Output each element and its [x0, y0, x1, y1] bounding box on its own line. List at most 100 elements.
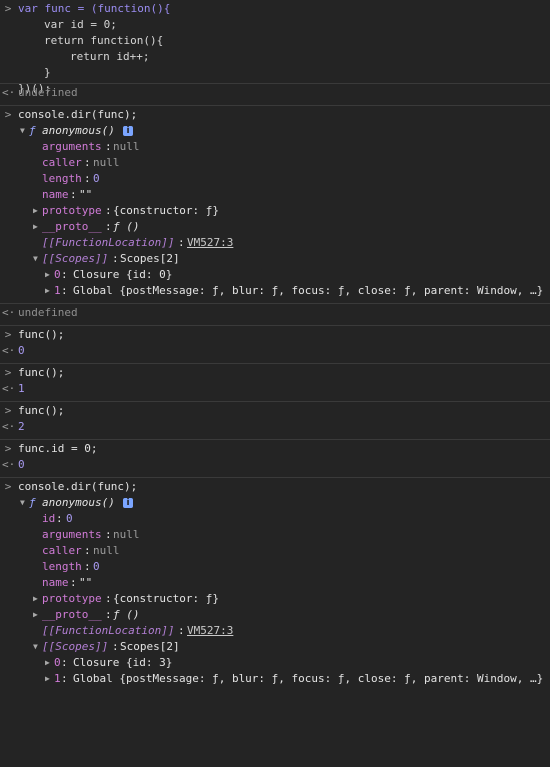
source-link[interactable]: VM527:3 — [187, 235, 233, 251]
expanded-triangle-icon[interactable]: ▼ — [20, 123, 25, 139]
tree-row-length: length : 0 — [0, 559, 550, 575]
property-value: 0 — [93, 560, 100, 573]
result-value: 0 — [18, 344, 25, 357]
tree-row-scope-0[interactable]: ▶ 0 : Closure {id: 3} — [0, 655, 550, 671]
colon: : — [112, 252, 119, 265]
input-line[interactable]: > console.dir(func); — [0, 479, 550, 495]
input-line[interactable]: > func(); — [0, 327, 550, 343]
collapsed-triangle-icon[interactable]: ▶ — [33, 607, 38, 623]
colon: : — [105, 140, 112, 153]
tree-row-scopes[interactable]: ▼ [[Scopes]] : Scopes[2] — [0, 251, 550, 267]
colon: : — [84, 560, 91, 573]
tree-row-length: length : 0 — [0, 171, 550, 187]
result-arrow-icon: <· — [2, 458, 16, 471]
result-arrow-icon: <· — [2, 306, 16, 319]
tree-row-caller: caller : null — [0, 155, 550, 171]
console-entry-result: <· undefined — [0, 304, 550, 326]
expanded-triangle-icon[interactable]: ▼ — [20, 495, 25, 511]
property-value: 0 — [66, 512, 73, 525]
property-key: name — [42, 188, 69, 201]
input-line[interactable]: > func(); — [0, 365, 550, 381]
tree-row-scope-1[interactable]: ▶ 1 : Global {postMessage: ƒ, blur: ƒ, f… — [0, 671, 550, 687]
tree-row-proto[interactable]: ▶ __proto__ : ƒ () — [0, 607, 550, 623]
tree-row-scopes[interactable]: ▼ [[Scopes]] : Scopes[2] — [0, 639, 550, 655]
console-entry-dir: > console.dir(func); ▼ ƒ anonymous() i i… — [0, 478, 550, 691]
prompt-chevron-icon: > — [4, 366, 12, 379]
input-line: return id++; — [0, 49, 550, 65]
property-value: null — [93, 544, 120, 557]
colon: : — [84, 172, 91, 185]
prompt-chevron-icon: > — [4, 108, 12, 121]
property-value: null — [93, 156, 120, 169]
property-key: prototype — [42, 592, 102, 605]
property-key: __proto__ — [42, 608, 102, 621]
colon: : — [61, 672, 68, 685]
info-icon[interactable]: i — [123, 126, 133, 136]
tree-row-prototype[interactable]: ▶ prototype : {constructor: ƒ} — [0, 591, 550, 607]
collapsed-triangle-icon[interactable]: ▶ — [33, 203, 38, 219]
input-line[interactable]: > func.id = 0; — [0, 441, 550, 457]
code-text: func(); — [18, 328, 65, 341]
property-key: arguments — [42, 528, 102, 541]
property-key: prototype — [42, 204, 102, 217]
source-link[interactable]: VM527:3 — [187, 623, 233, 639]
property-key: [[FunctionLocation]] — [42, 236, 175, 249]
colon: : — [105, 204, 112, 217]
tree-row-name: name : "" — [0, 187, 550, 203]
code-text: func(); — [18, 404, 65, 417]
result-arrow-icon: <· — [2, 420, 16, 433]
colon: : — [61, 284, 68, 297]
prompt-chevron-icon: > — [4, 442, 12, 455]
input-line[interactable]: > func(); — [0, 403, 550, 419]
result-arrow-icon: <· — [2, 382, 16, 395]
code-text: return function(){ — [44, 34, 164, 47]
expanded-triangle-icon[interactable]: ▼ — [33, 251, 38, 267]
tree-row-scope-0[interactable]: ▶ 0 : Closure {id: 0} — [0, 267, 550, 283]
function-signature: anonymous() — [42, 124, 115, 137]
code-text: } — [44, 66, 51, 79]
input-line[interactable]: > var func = (function(){ — [0, 1, 550, 17]
info-icon[interactable]: i — [123, 498, 133, 508]
prompt-chevron-icon: > — [4, 404, 12, 417]
input-line[interactable]: > console.dir(func); — [0, 107, 550, 123]
property-key: [[FunctionLocation]] — [42, 624, 175, 637]
collapsed-triangle-icon[interactable]: ▶ — [33, 591, 38, 607]
object-tree-root[interactable]: ▼ ƒ anonymous() i — [0, 495, 550, 511]
tree-row-caller: caller : null — [0, 543, 550, 559]
property-value: Closure {id: 3} — [73, 656, 173, 669]
result-arrow-icon: <· — [2, 86, 16, 99]
result-value: 2 — [18, 420, 25, 433]
colon: : — [178, 236, 185, 249]
console-entry-result: <· undefined — [0, 84, 550, 106]
colon: : — [105, 592, 112, 605]
collapsed-triangle-icon[interactable]: ▶ — [45, 283, 50, 299]
property-value: {constructor: ƒ} — [113, 204, 219, 217]
colon: : — [61, 268, 68, 281]
tree-row-arguments: arguments : null — [0, 139, 550, 155]
code-text: console.dir(func); — [18, 480, 138, 493]
result-value: undefined — [18, 306, 78, 319]
collapsed-triangle-icon[interactable]: ▶ — [33, 219, 38, 235]
console-entry-call: > func(); <· 1 — [0, 364, 550, 402]
code-text: var func = (function(){ — [18, 2, 171, 15]
tree-row-prototype[interactable]: ▶ prototype : {constructor: ƒ} — [0, 203, 550, 219]
colon: : — [178, 624, 185, 637]
tree-row-function-location: [[FunctionLocation]] : VM527:3 — [0, 623, 550, 639]
tree-row-scope-1[interactable]: ▶ 1 : Global {postMessage: ƒ, blur: ƒ, f… — [0, 283, 550, 299]
expanded-triangle-icon[interactable]: ▼ — [33, 639, 38, 655]
property-value: Global {postMessage: ƒ, blur: ƒ, focus: … — [73, 284, 544, 297]
input-line: var id = 0; — [0, 17, 550, 33]
console-entry-call: > func(); <· 0 — [0, 326, 550, 364]
property-value: Closure {id: 0} — [73, 268, 173, 281]
property-key: id — [42, 512, 56, 525]
collapsed-triangle-icon[interactable]: ▶ — [45, 655, 50, 671]
collapsed-triangle-icon[interactable]: ▶ — [45, 267, 50, 283]
input-line: return function(){ — [0, 33, 550, 49]
result-value: undefined — [18, 86, 78, 99]
property-key: [[Scopes]] — [42, 640, 109, 653]
collapsed-triangle-icon[interactable]: ▶ — [45, 671, 50, 687]
code-text: func.id = 0; — [18, 442, 98, 455]
object-tree-root[interactable]: ▼ ƒ anonymous() i — [0, 123, 550, 139]
console-entry-call: > func(); <· 2 — [0, 402, 550, 440]
tree-row-proto[interactable]: ▶ __proto__ : ƒ () — [0, 219, 550, 235]
